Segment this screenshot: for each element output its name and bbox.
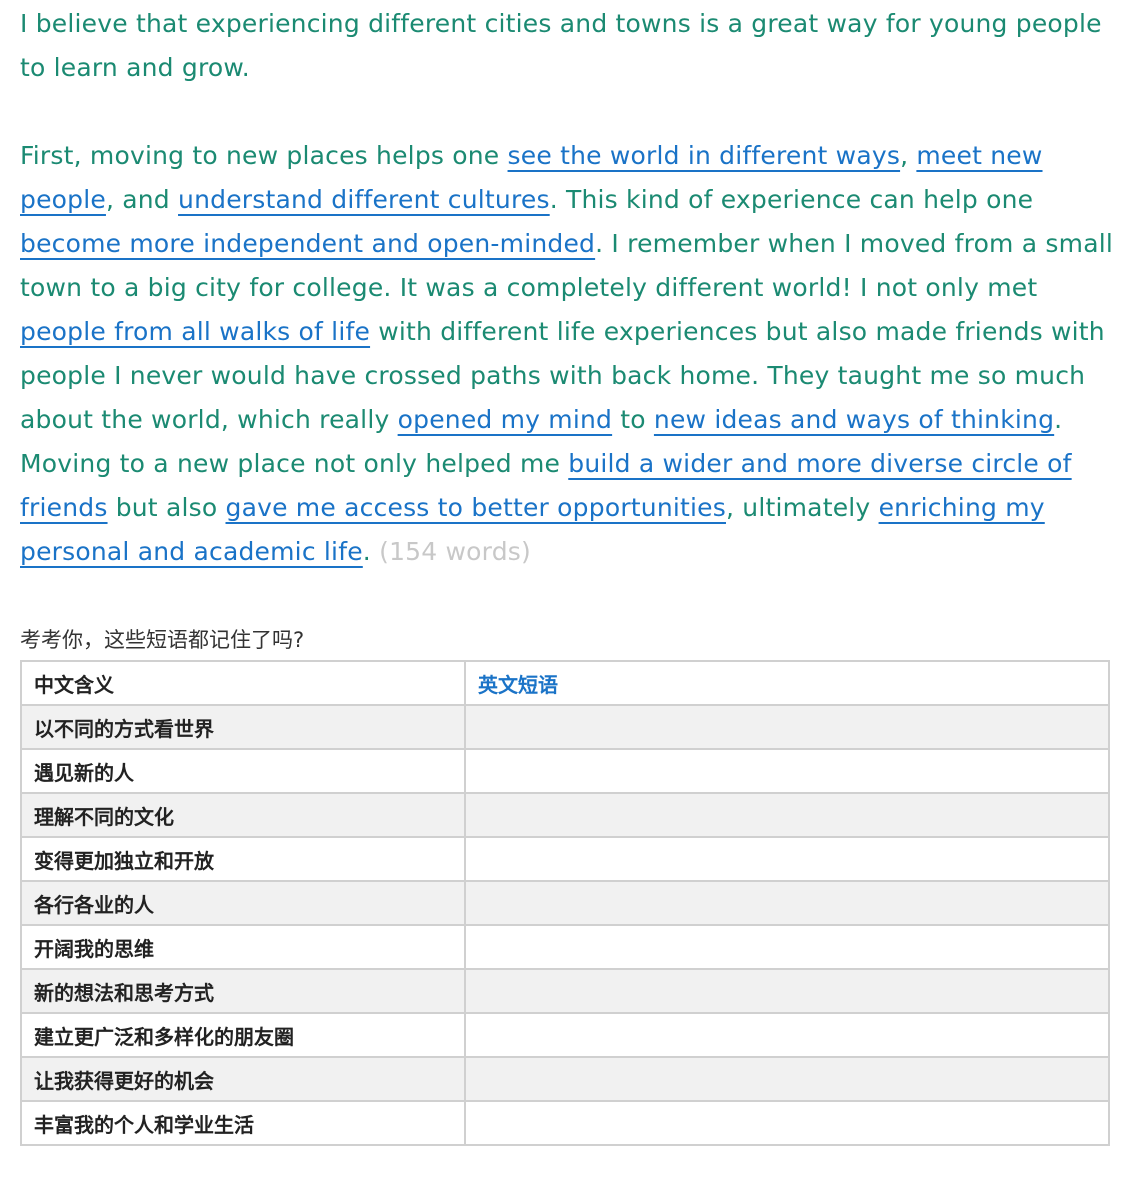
essay-text: . This kind of experience can help one <box>549 185 1034 214</box>
chinese-meaning-cell: 新的想法和思考方式 <box>20 968 466 1014</box>
essay-paragraph-2: First, moving to new places helps one se… <box>20 134 1120 574</box>
english-phrase-cell[interactable] <box>464 704 1110 750</box>
table-row: 理解不同的文化 <box>20 792 1110 838</box>
essay-text: to <box>612 405 654 434</box>
english-phrase-cell[interactable] <box>464 836 1110 882</box>
english-phrase-cell[interactable] <box>464 968 1110 1014</box>
chinese-meaning-cell: 各行各业的人 <box>20 880 466 926</box>
table-row: 变得更加独立和开放 <box>20 836 1110 882</box>
header-chinese-meaning: 中文含义 <box>20 660 466 706</box>
table-row: 各行各业的人 <box>20 880 1110 926</box>
phrase-link[interactable]: new ideas and ways of thinking <box>654 405 1054 434</box>
word-count: (154 words) <box>379 537 531 566</box>
phrase-link[interactable]: gave me access to better opportunities <box>226 493 726 522</box>
quiz-title: 考考你，这些短语都记住了吗? <box>20 628 305 652</box>
chinese-meaning-cell: 丰富我的个人和学业生活 <box>20 1100 466 1146</box>
english-phrase-cell[interactable] <box>464 880 1110 926</box>
essay-text: . <box>362 537 371 566</box>
table-row: 遇见新的人 <box>20 748 1110 794</box>
phrase-link[interactable]: understand different cultures <box>178 185 550 214</box>
chinese-meaning-cell: 变得更加独立和开放 <box>20 836 466 882</box>
essay: I believe that experiencing different ci… <box>20 2 1120 574</box>
essay-text: First, moving to new places helps one <box>20 141 508 170</box>
header-english-phrase: 英文短语 <box>464 660 1110 706</box>
essay-text: but also <box>107 493 226 522</box>
chinese-meaning-cell: 以不同的方式看世界 <box>20 704 466 750</box>
chinese-meaning-cell: 遇见新的人 <box>20 748 466 794</box>
essay-text: , <box>900 141 917 170</box>
table-row: 让我获得更好的机会 <box>20 1056 1110 1102</box>
chinese-meaning-cell: 开阔我的思维 <box>20 924 466 970</box>
english-phrase-cell[interactable] <box>464 924 1110 970</box>
chinese-meaning-cell: 让我获得更好的机会 <box>20 1056 466 1102</box>
table-row: 新的想法和思考方式 <box>20 968 1110 1014</box>
english-phrase-cell[interactable] <box>464 1100 1110 1146</box>
english-phrase-cell[interactable] <box>464 792 1110 838</box>
essay-text: , and <box>105 185 179 214</box>
english-phrase-cell[interactable] <box>464 748 1110 794</box>
english-phrase-cell[interactable] <box>464 1012 1110 1058</box>
table-row: 丰富我的个人和学业生活 <box>20 1100 1110 1146</box>
chinese-meaning-cell: 建立更广泛和多样化的朋友圈 <box>20 1012 466 1058</box>
table-row: 建立更广泛和多样化的朋友圈 <box>20 1012 1110 1058</box>
phrase-link[interactable]: people from all walks of life <box>20 317 370 346</box>
phrase-link[interactable]: opened my mind <box>398 405 613 434</box>
essay-paragraph-1: I believe that experiencing different ci… <box>20 9 1102 82</box>
chinese-meaning-cell: 理解不同的文化 <box>20 792 466 838</box>
phrase-link[interactable]: see the world in different ways <box>508 141 901 170</box>
table-row: 开阔我的思维 <box>20 924 1110 970</box>
essay-text: , ultimately <box>725 493 879 522</box>
quiz-header-row: 中文含义 英文短语 <box>20 660 1110 706</box>
table-row: 以不同的方式看世界 <box>20 704 1110 750</box>
english-phrase-cell[interactable] <box>464 1056 1110 1102</box>
phrase-link[interactable]: become more independent and open-minded <box>20 229 595 258</box>
quiz-table: 中文含义 英文短语 以不同的方式看世界 遇见新的人 理解不同的文化 变得更加独立… <box>20 660 1110 1146</box>
